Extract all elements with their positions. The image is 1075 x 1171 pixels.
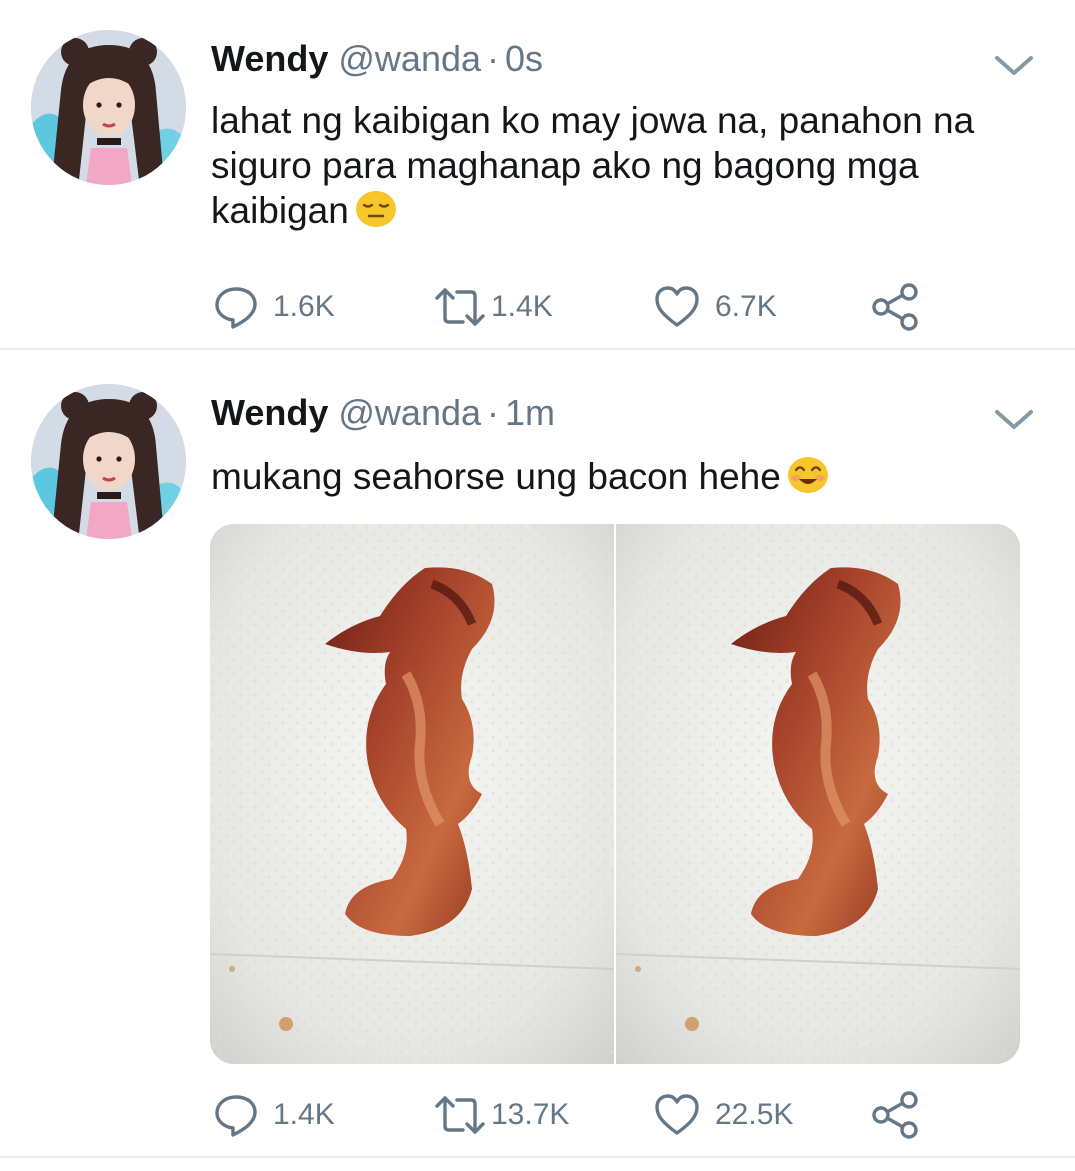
reply-icon — [215, 287, 257, 329]
share-button[interactable] — [871, 282, 921, 332]
separator-dot: · — [487, 392, 500, 433]
tweet-header: Wendy @wanda · 0s — [211, 38, 543, 80]
share-button[interactable] — [871, 1090, 921, 1140]
like-button[interactable]: 6.7K — [653, 282, 777, 332]
tweet-actions: 1.6K 1.4K 6.7K — [211, 282, 971, 332]
media-grid[interactable] — [210, 524, 1020, 1064]
retweet-icon — [435, 1096, 485, 1134]
retweet-count: 1.4K — [491, 290, 553, 323]
display-name[interactable]: Wendy — [211, 392, 328, 433]
share-icon — [872, 1091, 918, 1139]
like-button[interactable]: 22.5K — [653, 1090, 793, 1140]
reply-count: 1.4K — [273, 1098, 335, 1131]
avatar-photo — [31, 384, 186, 539]
chevron-down-icon[interactable] — [992, 50, 1036, 80]
tweet[interactable]: Wendy @wanda · 1m mukang seahorse ung baco… — [0, 350, 1075, 1158]
like-count: 6.7K — [715, 290, 777, 323]
retweet-count: 13.7K — [491, 1098, 570, 1131]
tweet-text: lahat ng kaibigan ko may jowa na, panaho… — [211, 98, 1031, 233]
avatar[interactable] — [31, 30, 186, 185]
separator-dot: · — [487, 38, 500, 79]
reply-button[interactable]: 1.6K — [213, 282, 335, 332]
user-handle[interactable]: @wanda — [338, 38, 481, 79]
tweet-body: lahat ng kaibigan ko may jowa na, panaho… — [211, 100, 975, 231]
avatar[interactable] — [31, 384, 186, 539]
tweet-actions: 1.4K 13.7K 22.5K — [211, 1090, 971, 1140]
reply-count: 1.6K — [273, 290, 335, 323]
retweet-button[interactable]: 13.7K — [433, 1090, 569, 1140]
tweet-text: mukang seahorse ung bacon hehe — [211, 454, 1031, 499]
chevron-down-icon[interactable] — [992, 404, 1036, 434]
heart-icon — [655, 1094, 699, 1135]
avatar-photo — [31, 30, 186, 185]
expressionless-face-emoji — [355, 191, 396, 227]
tweet[interactable]: Wendy @wanda · 0s lahat ng kaibigan ko may… — [0, 0, 1075, 350]
smiling-face-with-smiling-eyes-emoji — [787, 457, 828, 493]
bacon-photo[interactable] — [616, 524, 1020, 1064]
tweet-body: mukang seahorse ung bacon hehe — [211, 456, 781, 497]
retweet-button[interactable]: 1.4K — [433, 282, 553, 332]
heart-icon — [655, 286, 699, 327]
reply-button[interactable]: 1.4K — [213, 1090, 335, 1140]
display-name[interactable]: Wendy — [211, 38, 328, 79]
tweet-header: Wendy @wanda · 1m — [211, 392, 555, 434]
timestamp[interactable]: 1m — [505, 392, 555, 433]
like-count: 22.5K — [715, 1098, 794, 1131]
share-icon — [872, 283, 918, 331]
retweet-icon — [435, 288, 485, 326]
timestamp[interactable]: 0s — [505, 38, 543, 79]
user-handle[interactable]: @wanda — [338, 392, 481, 433]
reply-icon — [215, 1095, 257, 1137]
bacon-photo[interactable] — [210, 524, 614, 1064]
